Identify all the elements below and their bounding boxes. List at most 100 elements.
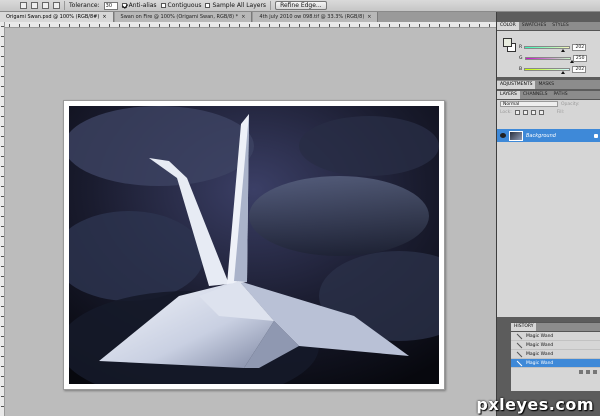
intersect-selection-icon[interactable] [53,2,60,9]
ruler-tick [319,24,320,27]
g-slider-thumb[interactable] [569,60,574,63]
ruler-tick [1,236,4,237]
ruler-tick [1,336,4,337]
fill-label: Fill: [556,109,565,115]
history-panel: HISTORY Magic Wand Magic Wand Magic Wand… [511,322,600,391]
ruler-tick [1,226,4,227]
magic-wand-icon [515,333,523,339]
ruler-tick [459,24,460,27]
foreground-color-swatch[interactable] [503,38,512,47]
blend-mode-select[interactable]: Normal [500,101,558,107]
ruler-tick [149,24,150,27]
add-selection-icon[interactable] [31,2,38,9]
ruler-tick [479,24,480,27]
ruler-tick [1,26,4,27]
b-value-input[interactable]: 202 [572,66,587,73]
ruler-tick [1,106,4,107]
anti-alias-checkbox[interactable] [121,3,127,8]
ruler-tick [1,356,4,357]
snapshot-icon[interactable] [586,369,590,374]
lock-transparency-icon[interactable] [514,109,520,115]
tolerance-input[interactable]: 30 [103,1,118,10]
ruler-tick [89,24,90,27]
doc-tab-origami-swan[interactable]: Origami Swan.psd @ 100% (RGB/8#) × [0,12,114,22]
ruler-tick [1,86,4,87]
tolerance-label: Tolerance: [69,2,100,9]
b-slider-thumb[interactable] [561,71,566,74]
subtract-selection-icon[interactable] [42,2,49,9]
r-label: R [519,45,523,50]
canvas-area[interactable] [5,28,496,416]
history-footer [511,368,600,375]
ruler-tick [1,36,4,37]
tab-adjustments[interactable]: ADJUSTMENTS [497,81,536,89]
ruler-tick [1,216,4,217]
ruler-tick [419,24,420,27]
new-selection-icon[interactable] [20,2,27,9]
refine-edge-button[interactable]: Refine Edge... [275,1,327,10]
ruler-tick [279,24,280,27]
ruler-tick [1,46,4,47]
opacity-label: Opacity: [561,101,580,107]
ruler-tick [1,56,4,57]
close-icon[interactable]: × [241,14,245,20]
ruler-tick [429,24,430,27]
ruler-tick [1,306,4,307]
ruler-tick [379,24,380,27]
lock-pixels-icon[interactable] [522,109,528,115]
ruler-tick [1,116,4,117]
trash-icon[interactable] [593,369,597,374]
ruler-tick [299,24,300,27]
ruler-tick [449,24,450,27]
ruler-tick [1,326,4,327]
ruler-tick [69,24,70,27]
new-document-icon[interactable] [579,369,583,374]
lock-icon [594,133,598,138]
ruler-tick [489,24,490,27]
history-item[interactable]: Magic Wand [511,341,600,350]
tab-channels[interactable]: CHANNELS [520,91,551,99]
ruler-tick [1,406,4,407]
ruler-tick [119,24,120,27]
ruler-tick [1,286,4,287]
r-slider-thumb[interactable] [561,49,566,52]
ruler-tick [139,24,140,27]
g-slider[interactable] [524,57,574,63]
history-item[interactable]: Magic Wand [511,350,600,359]
ruler-tick [1,386,4,387]
ruler-tick [269,24,270,27]
tab-styles[interactable]: STYLES [549,22,572,30]
tab-history[interactable]: HISTORY [511,323,537,331]
ruler-tick [439,24,440,27]
tab-layers[interactable]: LAYERS [497,91,520,99]
layer-background[interactable]: Background [497,129,600,142]
doc-tab-swan-on-fire[interactable]: Swan on Fire @ 100% (Origami Swan, RGB/8… [114,12,253,22]
history-item[interactable]: Magic Wand [511,332,600,341]
lock-label: Lock: [500,109,512,115]
blend-row: Normal Opacity: [497,100,600,108]
history-item-selected[interactable]: Magic Wand [511,359,600,368]
tab-color[interactable]: COLOR [497,22,519,30]
sample-all-layers-checkbox[interactable] [205,3,211,8]
tab-masks[interactable]: MASKS [535,81,557,89]
origami-swan-photo[interactable] [69,106,439,384]
r-slider[interactable] [524,46,571,52]
close-icon[interactable]: × [367,14,371,20]
lock-all-icon[interactable] [538,109,544,115]
g-value-input[interactable]: 250 [572,55,587,62]
contiguous-checkbox[interactable] [160,3,166,8]
r-value-input[interactable]: 202 [572,44,587,51]
b-slider[interactable] [524,68,571,74]
close-icon[interactable]: × [102,14,106,20]
lock-position-icon[interactable] [530,109,536,115]
ruler-tick [1,376,4,377]
color-panel-tabs: COLOR SWATCHES STYLES [497,22,600,31]
tab-paths[interactable]: PATHS [550,91,570,99]
tab-swatches[interactable]: SWATCHES [519,22,550,30]
eye-icon[interactable] [500,133,506,138]
panel-dock: COLOR SWATCHES STYLES R 202 G 250 B 202 … [496,12,600,416]
layers-panel: LAYERS CHANNELS PATHS Normal Opacity: Lo… [497,91,600,317]
doc-tab-4th-july[interactable]: 4th july 2010 ow 098.tif @ 33.3% (RGB/8)… [253,12,379,22]
options-bar: Tolerance: 30 Anti-alias Contiguous Samp… [0,0,600,12]
ruler-tick [229,24,230,27]
